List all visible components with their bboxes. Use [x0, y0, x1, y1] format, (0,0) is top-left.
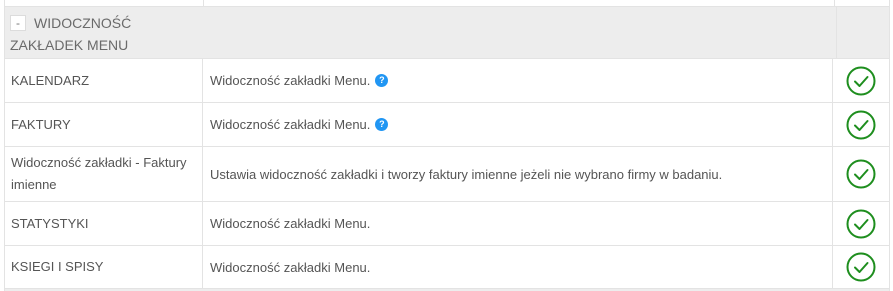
- status-toggle[interactable]: [833, 202, 889, 245]
- setting-name: FAKTURY: [5, 103, 203, 146]
- setting-description: Widoczność zakładki Menu.: [210, 259, 371, 275]
- setting-name: Widoczność zakładki - Faktury imienne: [5, 147, 203, 201]
- table-row: KSIEGI I SPISY Widoczność zakładki Menu.: [5, 246, 889, 289]
- status-toggle[interactable]: [833, 147, 889, 201]
- setting-description: Widoczność zakładki Menu.: [210, 73, 371, 88]
- status-toggle[interactable]: [833, 103, 889, 146]
- question-circle-icon[interactable]: ?: [375, 74, 389, 87]
- status-toggle[interactable]: [833, 246, 889, 288]
- setting-description: Widoczność zakładki Menu.: [210, 216, 371, 231]
- collapse-button[interactable]: -: [10, 15, 26, 31]
- check-circle-icon[interactable]: [846, 66, 876, 96]
- setting-name: KSIEGI I SPISY: [5, 246, 203, 288]
- status-toggle[interactable]: [833, 59, 889, 102]
- section-title: WIDOCZNOŚĆ ZAKŁADEK MENU: [10, 15, 132, 53]
- setting-name: KALENDARZ: [5, 59, 203, 102]
- check-circle-icon[interactable]: [846, 110, 876, 140]
- section-header: - WIDOCZNOŚĆ ZAKŁADEK MENU: [5, 7, 889, 59]
- setting-description: Ustawia widoczność zakładki i tworzy fak…: [210, 166, 723, 182]
- settings-panel: - WIDOCZNOŚĆ ZAKŁADEK MENU KALENDARZ Wido…: [0, 0, 893, 291]
- check-circle-icon[interactable]: [846, 209, 876, 239]
- table-row: FAKTURY Widoczność zakładki Menu. ?: [5, 103, 889, 147]
- setting-name: STATYSTYKI: [5, 202, 203, 245]
- check-circle-icon[interactable]: [846, 252, 876, 282]
- table-row: KALENDARZ Widoczność zakładki Menu. ?: [5, 59, 889, 103]
- table-row: Widoczność zakładki - Faktury imienne Us…: [5, 147, 889, 202]
- setting-description: Widoczność zakładki Menu.: [210, 117, 371, 132]
- top-strip: [5, 0, 889, 7]
- question-circle-icon[interactable]: ?: [375, 118, 389, 131]
- settings-table: - WIDOCZNOŚĆ ZAKŁADEK MENU KALENDARZ Wido…: [4, 0, 890, 291]
- check-circle-icon[interactable]: [846, 159, 876, 189]
- table-row: STATYSTYKI Widoczność zakładki Menu.: [5, 202, 889, 246]
